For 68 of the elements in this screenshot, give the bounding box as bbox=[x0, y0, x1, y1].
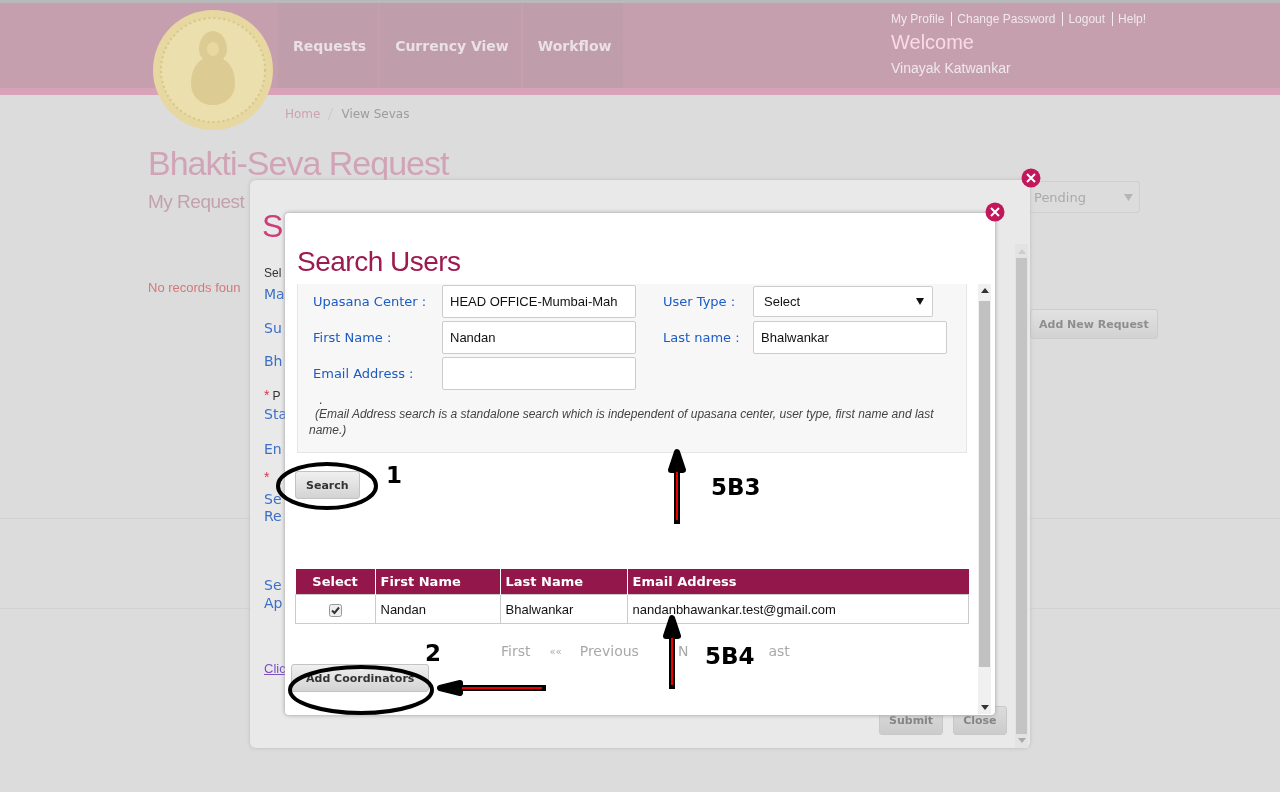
field-label: First Name : bbox=[313, 330, 393, 345]
column-header: Select bbox=[295, 569, 375, 595]
empty-message: No records foun bbox=[148, 280, 241, 295]
add-request-button[interactable]: Add New Request bbox=[1030, 309, 1158, 339]
header-link[interactable]: My Profile bbox=[891, 12, 945, 26]
page-title: Bhakti-Seva Request bbox=[148, 143, 449, 183]
required-mark: * bbox=[264, 387, 270, 403]
table-cell: Bhalwankar bbox=[500, 594, 627, 624]
header-link[interactable]: Change Password bbox=[957, 12, 1056, 26]
scroll-up-icon bbox=[980, 288, 989, 293]
section-heading: My Request bbox=[148, 191, 246, 213]
welcome-text: Welcome bbox=[891, 31, 975, 54]
breadcrumb-link[interactable]: Home bbox=[285, 107, 321, 121]
scrollbar[interactable] bbox=[1015, 244, 1028, 748]
field-label: Bh bbox=[264, 353, 283, 369]
column-header: First Name bbox=[375, 569, 500, 595]
input-field[interactable]: HEAD OFFICE-Mumbai-Mah bbox=[442, 285, 636, 318]
pagination-link[interactable]: First bbox=[501, 643, 531, 659]
header-link[interactable]: Help! bbox=[1118, 12, 1147, 26]
input-field[interactable]: Bhalwankar bbox=[753, 321, 947, 354]
field-label: En bbox=[264, 441, 282, 457]
annotation-label: 1 bbox=[386, 462, 402, 488]
field-label: Se bbox=[264, 491, 282, 507]
annotation-label: 5B3 bbox=[711, 474, 761, 500]
pagination-link[interactable]: ast bbox=[768, 643, 790, 659]
nav-link[interactable]: Currency View bbox=[380, 3, 521, 88]
user-type-select[interactable]: Select bbox=[753, 286, 933, 317]
scroll-down-icon bbox=[980, 705, 989, 710]
field-label: Ap bbox=[264, 595, 283, 611]
dialog-title: Search Users bbox=[296, 245, 462, 278]
checkbox[interactable] bbox=[328, 603, 342, 617]
column-header: Email Address bbox=[627, 569, 969, 595]
field-label: Ma bbox=[264, 286, 285, 302]
pagination-link[interactable]: N bbox=[677, 643, 689, 659]
caret-icon bbox=[916, 298, 924, 305]
input-field[interactable]: Nandan bbox=[442, 321, 636, 354]
header-link[interactable]: Logout bbox=[1068, 12, 1106, 26]
input-field[interactable] bbox=[442, 357, 636, 390]
search-button[interactable]: Search bbox=[295, 471, 360, 499]
column-header: Last Name bbox=[500, 569, 627, 595]
field-label: Su bbox=[264, 320, 282, 336]
caret-icon bbox=[1124, 193, 1133, 201]
nav-link[interactable]: Requests bbox=[278, 3, 379, 88]
table-cell: Nandan bbox=[375, 594, 500, 624]
user-name: Vinayak Katwankar bbox=[891, 60, 1012, 76]
field-label: Se bbox=[264, 577, 282, 593]
scrollbar[interactable] bbox=[978, 284, 991, 714]
scroll-down-icon bbox=[1017, 738, 1026, 743]
pagination-link[interactable]: «« bbox=[549, 643, 562, 659]
table-cell: nandanbhawankar.test@gmail.com bbox=[627, 594, 969, 624]
note-text: (Email Address search is a standalone search which is independent of upasana center, user type, first name and last name.) bbox=[309, 406, 935, 438]
breadcrumb-current: View Sevas bbox=[341, 107, 410, 121]
field-label: Re bbox=[264, 508, 282, 524]
field-label: Upasana Center : bbox=[313, 294, 428, 309]
link[interactable]: Clic bbox=[264, 661, 286, 676]
close-icon bbox=[1021, 168, 1041, 188]
pagination-link[interactable]: Previous bbox=[579, 643, 639, 659]
field-label: P bbox=[272, 389, 281, 403]
field-label: User Type : bbox=[663, 294, 737, 309]
nav-link[interactable]: Workflow bbox=[522, 3, 624, 88]
field-label: Last name : bbox=[663, 330, 741, 345]
field-label: Sel bbox=[264, 266, 282, 280]
field-label: Email Address : bbox=[313, 366, 415, 381]
required-mark: * bbox=[264, 469, 270, 485]
dialog-heading: S bbox=[262, 208, 284, 245]
note-mark: . bbox=[319, 394, 324, 406]
annotation-label: 2 bbox=[425, 640, 441, 666]
annotation-label: 5B4 bbox=[705, 643, 755, 669]
